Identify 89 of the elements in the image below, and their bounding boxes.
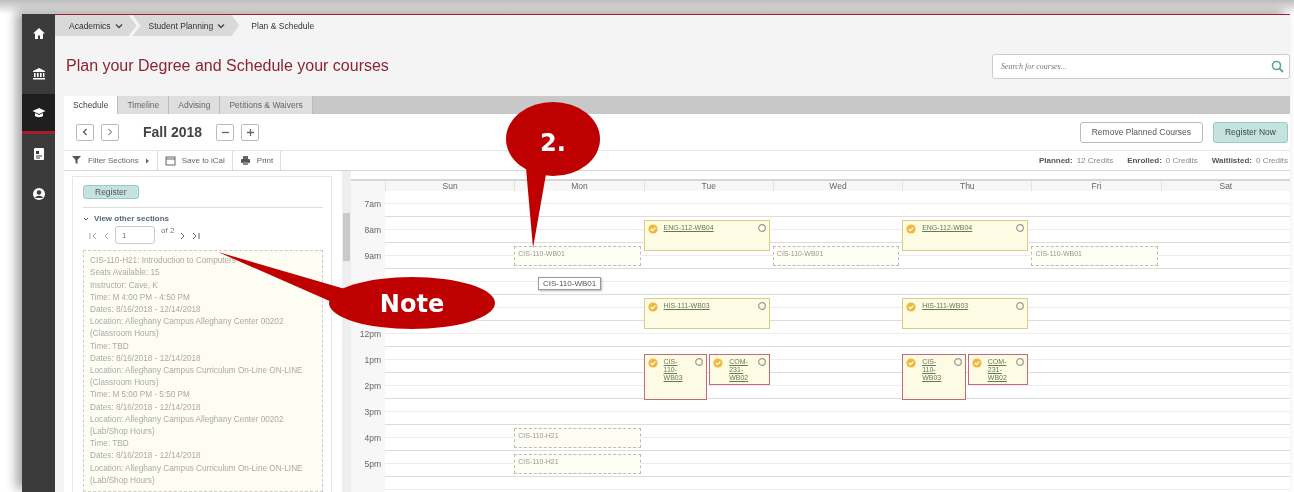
previous-term-button[interactable]	[76, 123, 94, 141]
check-circle-icon	[647, 301, 658, 312]
breadcrumb-item[interactable]: Academics	[55, 15, 137, 36]
chevron-right-icon	[107, 128, 113, 136]
hour-label: 1pm	[364, 355, 381, 365]
hour-label: 8am	[364, 225, 381, 235]
remove-icon	[695, 357, 704, 366]
hour-label: 9am	[364, 251, 381, 261]
first-page-icon	[89, 232, 97, 241]
credit-label: Planned:	[1038, 156, 1073, 165]
printer-icon	[239, 155, 251, 166]
page-total: of 2	[161, 226, 175, 236]
remove-icon	[757, 301, 766, 310]
register-now-button[interactable]: Register Now	[1212, 121, 1288, 143]
caret-icon	[114, 22, 123, 29]
caret-icon	[144, 157, 150, 164]
remove-courses-button[interactable]: Remove Planned Courses	[1079, 121, 1203, 143]
page-title: Plan your Degree and Schedule your courses	[66, 57, 389, 75]
remove-icon	[757, 357, 766, 366]
tab[interactable]: Petitions & Waivers	[220, 96, 313, 114]
next-page-icon	[180, 232, 187, 241]
callout-label: Note	[379, 290, 445, 318]
expander[interactable]: View other sections	[83, 214, 323, 224]
caret-icon	[83, 215, 89, 222]
caret-icon	[217, 22, 226, 29]
tab[interactable]: Advising	[169, 96, 221, 114]
credit-label: Waitlisted:	[1211, 156, 1252, 165]
check-circle-icon	[971, 357, 982, 368]
callout-label: 2.	[540, 129, 566, 157]
hour-label: 7am	[364, 199, 381, 209]
home-icon	[31, 27, 46, 41]
plus-icon	[245, 127, 255, 137]
detail-line: Dates: 8/16/2018 - 12/14/2018	[90, 401, 202, 414]
check-circle-icon	[906, 357, 917, 368]
detail-line: Dates: 8/16/2018 - 12/14/2018	[90, 303, 202, 316]
detail-line: Time: TBD	[90, 438, 130, 451]
credit-value: 0 Credits	[1165, 156, 1198, 165]
hour-label: 12pm	[359, 329, 381, 339]
calendar-icon	[164, 155, 176, 166]
bank-icon	[31, 67, 46, 81]
tooltip: CIS-110-WB01	[538, 277, 602, 290]
search-icon[interactable]	[1271, 59, 1284, 73]
credit-value: 12 Credits	[1076, 156, 1114, 165]
check-circle-icon	[713, 357, 724, 368]
sidebar-item[interactable]	[22, 94, 55, 134]
credit-value: 0 Credits	[1256, 156, 1288, 165]
check-circle-icon	[906, 223, 917, 234]
detail-line: Location: Alleghany Campus Curriculum On-Line ON-LINE (Classroom Hours)	[90, 364, 304, 390]
detail-line: Time: M 5:00 PM - 5:50 PM	[90, 389, 191, 402]
detail-line: Location: Alleghany Campus Alleghany Center 00202 (Classroom Hours)	[90, 316, 285, 341]
remove-icon	[953, 357, 962, 366]
last-page-icon	[192, 232, 201, 241]
check-circle-icon	[647, 357, 658, 368]
check-circle-icon	[906, 301, 917, 312]
page-field[interactable]: 1	[115, 226, 155, 245]
hour-label: 3pm	[364, 407, 381, 417]
add-term-button[interactable]	[241, 123, 260, 141]
check-circle-icon	[647, 223, 658, 234]
scrollbar-thumb[interactable]	[343, 213, 350, 261]
scrollbar[interactable]	[342, 171, 351, 492]
user-icon	[31, 187, 46, 201]
detail-line: Time: TBD	[90, 340, 130, 353]
remove-icon	[1016, 223, 1025, 232]
remove-icon	[757, 223, 766, 232]
detail-line: Location: Alleghany Campus Curriculum On-Line ON-LINE (Lab/Shop Hours)	[90, 462, 304, 487]
hour-label: 2pm	[364, 381, 381, 391]
detail-line: Time: M 4:00 PM - 4:50 PM	[90, 291, 191, 304]
previous-page-icon	[103, 232, 109, 241]
hour-label: 4pm	[364, 433, 381, 443]
detail-line: Dates: 8/16/2018 - 12/14/2018	[90, 352, 202, 365]
detail-line: Seats Available: 15	[90, 267, 161, 280]
detail-line: Instructor: Cave, K	[90, 279, 159, 292]
remove-icon	[1016, 301, 1025, 310]
tab[interactable]: Schedule	[64, 96, 119, 114]
graduation-cap-icon	[31, 105, 46, 120]
funnel-icon	[71, 155, 82, 166]
document-icon	[31, 147, 46, 161]
remove-icon	[1016, 357, 1025, 366]
breadcrumb-item[interactable]: Student Planning	[132, 15, 240, 36]
search-field[interactable]: Search for courses...	[992, 53, 1290, 79]
detail-line: CIS-110-H21: Introduction to Computers	[90, 255, 237, 268]
hour-label: 5pm	[364, 459, 381, 469]
tab[interactable]: Timeline	[118, 96, 170, 114]
credit-label: Enrolled:	[1127, 156, 1162, 165]
detail-line: Dates: 8/16/2018 - 12/14/2018	[90, 450, 202, 463]
term-label: Fall 2018	[143, 124, 203, 140]
chevron-left-icon	[82, 128, 88, 136]
detail-line: Location: Alleghany Campus Alleghany Center 00202 (Lab/Shop Hours)	[90, 413, 285, 438]
register-button[interactable]: Register	[83, 185, 139, 200]
